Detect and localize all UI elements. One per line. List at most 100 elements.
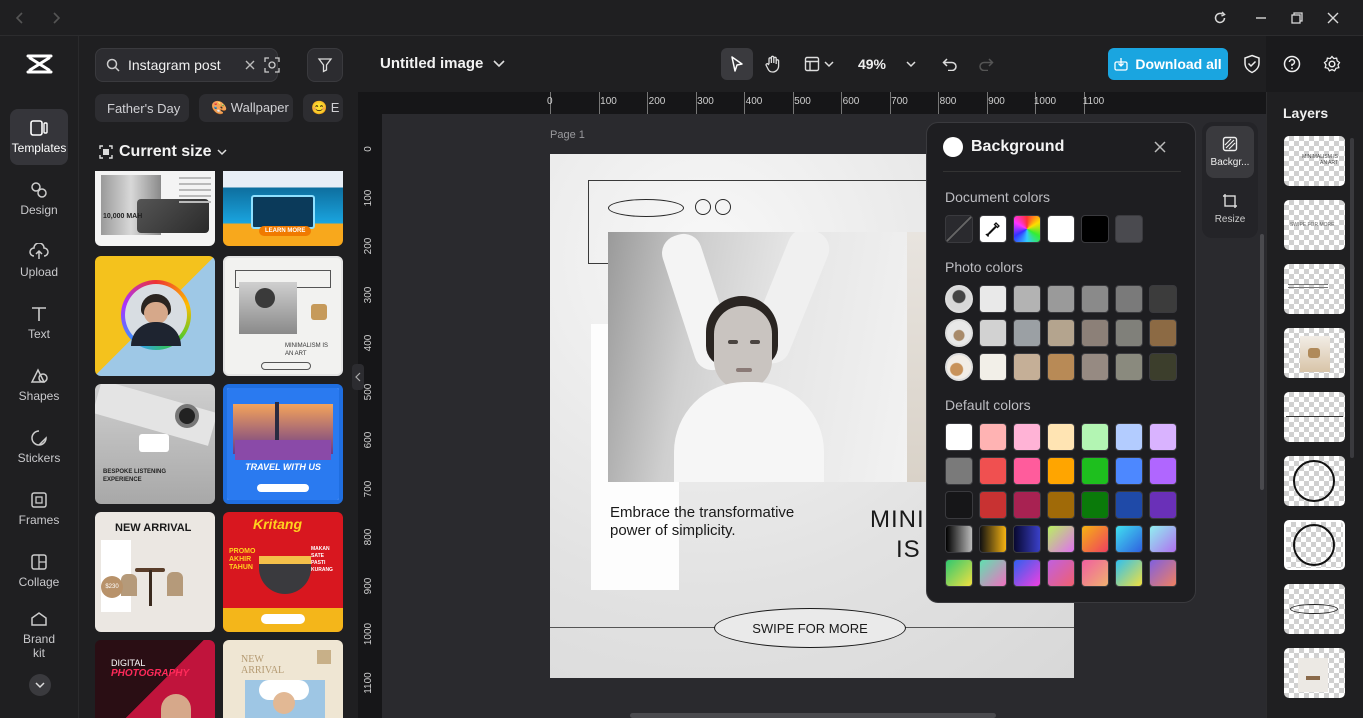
rail-brand-kit[interactable]: Brand kit [10,605,68,665]
photo-color-swatch[interactable] [1013,353,1041,381]
shield-button[interactable] [1240,48,1264,80]
rail-frames[interactable]: Frames [10,481,68,537]
image-search-icon[interactable] [264,57,280,73]
horizontal-scrollbar[interactable] [630,713,996,718]
photo-color-swatch[interactable] [979,285,1007,313]
default-color-swatch[interactable] [979,491,1007,519]
collapse-panel-button[interactable] [352,364,364,390]
photo-color-swatch[interactable] [1047,353,1075,381]
default-color-swatch[interactable] [945,457,973,485]
forward-icon[interactable] [46,8,66,28]
layer-item[interactable] [1284,456,1345,506]
photo-color-swatch[interactable] [1081,285,1109,313]
rail-stickers[interactable]: Stickers [10,419,68,475]
layer-item[interactable]: MINIMALISM IS AN ART [1284,136,1345,186]
eyedropper-button[interactable] [979,215,1007,243]
hand-tool-button[interactable] [757,48,789,80]
photo-color-swatch[interactable] [1149,285,1177,313]
restore-icon[interactable] [1287,8,1307,28]
gradient-swatch[interactable] [1149,525,1177,553]
template-card[interactable]: Kritang PROMO AKHIR TAHUN MAKAN SATE PAS… [223,512,343,632]
chip-more[interactable]: 😊 E [303,94,343,122]
template-card[interactable]: BESPOKE LISTENING EXPERIENCE [95,384,215,504]
photo-color-swatch[interactable] [1047,285,1075,313]
close-icon[interactable] [1153,140,1167,154]
default-color-swatch[interactable] [1149,457,1177,485]
template-card[interactable]: DIGITAL PHOTOGRAPHY [95,640,215,718]
gradient-swatch[interactable] [1047,559,1075,587]
photo-color-swatch[interactable] [1115,319,1143,347]
download-all-button[interactable]: Download all [1108,48,1228,80]
photo-color-swatch[interactable] [1013,319,1041,347]
rail-text[interactable]: Text [10,295,68,351]
refresh-icon[interactable] [1210,8,1230,28]
photo-color-swatch[interactable] [979,353,1007,381]
default-color-swatch[interactable] [1013,423,1041,451]
layer-item[interactable] [1284,264,1345,314]
document-color-swatch[interactable] [1081,215,1109,243]
photo-color-swatch[interactable] [1047,319,1075,347]
rail-expand-button[interactable] [29,674,51,696]
photo-color-swatch[interactable] [1115,285,1143,313]
gradient-swatch[interactable] [945,559,973,587]
photo-color-swatch[interactable] [1115,353,1143,381]
layers-scrollbar[interactable] [1350,138,1354,458]
background-tab[interactable]: Backgr... [1206,126,1254,178]
layer-item[interactable]: SWIPE FOR MORE [1284,200,1345,250]
settings-button[interactable] [1320,48,1344,80]
default-color-swatch[interactable] [945,491,973,519]
gradient-swatch[interactable] [1013,559,1041,587]
rail-upload[interactable]: Upload [10,233,68,289]
gradient-swatch[interactable] [979,525,1007,553]
search-input[interactable]: Instagram post [128,57,221,73]
default-color-swatch[interactable] [979,423,1007,451]
layer-item[interactable] [1284,520,1345,570]
portrait-photo[interactable] [608,232,908,482]
help-button[interactable] [1280,48,1304,80]
photo-color-swatch[interactable] [1081,319,1109,347]
default-color-swatch[interactable] [1013,491,1041,519]
template-card[interactable] [95,256,215,376]
photo-thumb-3[interactable] [945,353,973,381]
default-color-swatch[interactable] [1149,423,1177,451]
default-color-swatch[interactable] [979,457,1007,485]
canvas-vertical-scrollbar[interactable] [1260,234,1264,490]
template-card[interactable]: NEW ARRIVAL $230 [95,512,215,632]
back-icon[interactable] [10,8,30,28]
layer-item[interactable] [1284,648,1345,698]
default-color-swatch[interactable] [1013,457,1041,485]
gradient-swatch[interactable] [1047,525,1075,553]
current-size-toggle[interactable]: Current size [99,143,227,161]
document-color-swatch[interactable] [1047,215,1075,243]
gradient-swatch[interactable] [1081,559,1109,587]
default-color-swatch[interactable] [1047,423,1075,451]
rail-templates[interactable]: Templates [10,109,68,165]
layer-item[interactable] [1284,328,1345,378]
rail-shapes[interactable]: Shapes [10,357,68,413]
template-card[interactable]: NEW ARRIVAL [223,640,343,718]
default-color-swatch[interactable] [1081,423,1109,451]
photo-color-swatch[interactable] [979,319,1007,347]
gradient-swatch[interactable] [1081,525,1109,553]
minimize-icon[interactable] [1251,8,1271,28]
redo-button[interactable] [972,48,1000,80]
rail-design[interactable]: Design [10,171,68,227]
select-tool-button[interactable] [721,48,753,80]
filter-button[interactable] [307,48,343,82]
gradient-swatch[interactable] [1115,559,1143,587]
layer-item[interactable] [1284,392,1345,442]
default-color-swatch[interactable] [1081,457,1109,485]
default-color-swatch[interactable] [1047,457,1075,485]
headline-text-line2[interactable]: IS [896,536,921,564]
gradient-swatch[interactable] [979,559,1007,587]
resize-tab[interactable]: Resize [1206,184,1254,234]
photo-thumb-1[interactable] [945,285,973,313]
zoom-dropdown[interactable]: 49% [852,48,922,80]
photo-color-swatch[interactable] [1013,285,1041,313]
photo-color-swatch[interactable] [1149,353,1177,381]
ellipse-shape[interactable] [608,199,684,217]
no-color-swatch[interactable] [945,215,973,243]
layout-dropdown[interactable] [797,48,841,80]
swipe-button-shape[interactable]: SWIPE FOR MORE [714,608,906,648]
circle-shape[interactable] [715,199,731,215]
